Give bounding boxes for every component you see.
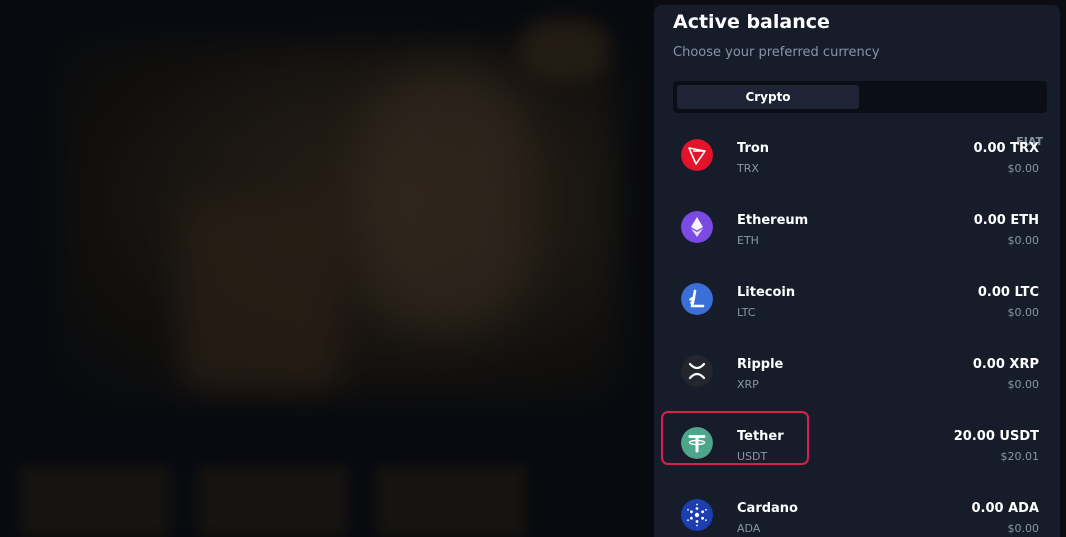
currency-item-tether[interactable]: Tether USDT 20.00 USDT $20.01: [654, 401, 1060, 473]
currency-symbol: ETH: [737, 234, 759, 247]
currency-symbol: LTC: [737, 306, 756, 319]
currency-amount: 0.00 ADA: [971, 501, 1039, 516]
litecoin-icon: [681, 283, 713, 315]
currency-item-ripple[interactable]: Ripple XRP 0.00 XRP $0.00: [654, 329, 1060, 401]
currency-symbol: XRP: [737, 378, 759, 391]
currency-symbol: ADA: [737, 522, 761, 535]
currency-fiat-value: $0.00: [1007, 306, 1040, 319]
currency-fiat-value: $20.01: [1000, 450, 1040, 463]
currency-name: Ethereum: [737, 213, 809, 228]
ripple-icon: [681, 355, 713, 387]
tether-icon: [681, 427, 713, 459]
active-balance-panel: Active balance Choose your preferred cur…: [654, 5, 1060, 537]
panel-subtitle: Choose your preferred currency: [673, 45, 880, 60]
currency-fiat-value: $0.00: [1007, 234, 1040, 247]
currency-name: Ripple: [737, 357, 784, 372]
currency-amount: 0.00 ETH: [973, 213, 1039, 228]
currency-item-cardano[interactable]: Cardano ADA 0.00 ADA $0.00: [654, 473, 1060, 537]
panel-title: Active balance: [673, 11, 830, 33]
dim-overlay[interactable]: [0, 0, 654, 537]
currency-fiat-value: $0.00: [1007, 378, 1040, 391]
tab-crypto[interactable]: Crypto: [677, 85, 859, 109]
currency-fiat-value: $0.00: [1007, 522, 1040, 535]
currency-name: Tron: [737, 141, 770, 156]
currency-name: Cardano: [737, 501, 798, 516]
currency-item-litecoin[interactable]: Litecoin LTC 0.00 LTC $0.00: [654, 257, 1060, 329]
tron-icon: [681, 139, 713, 171]
currency-item-ethereum[interactable]: Ethereum ETH 0.00 ETH $0.00: [654, 185, 1060, 257]
currency-amount: 0.00 LTC: [977, 285, 1039, 300]
blurred-background: [0, 0, 654, 537]
ethereum-icon: [681, 211, 713, 243]
currency-amount: 0.00 TRX: [973, 141, 1039, 156]
currency-name: Litecoin: [737, 285, 796, 300]
currency-type-tabs: Crypto FIAT: [673, 81, 1047, 148]
currency-symbol: TRX: [737, 162, 759, 175]
currency-amount: 20.00 USDT: [953, 429, 1039, 444]
cardano-icon: [681, 499, 713, 531]
currency-fiat-value: $0.00: [1007, 162, 1040, 175]
currency-name: Tether: [737, 429, 784, 444]
currency-symbol: USDT: [737, 450, 768, 463]
currency-item-tron[interactable]: Tron TRX 0.00 TRX $0.00: [654, 113, 1060, 185]
currency-amount: 0.00 XRP: [972, 357, 1039, 372]
